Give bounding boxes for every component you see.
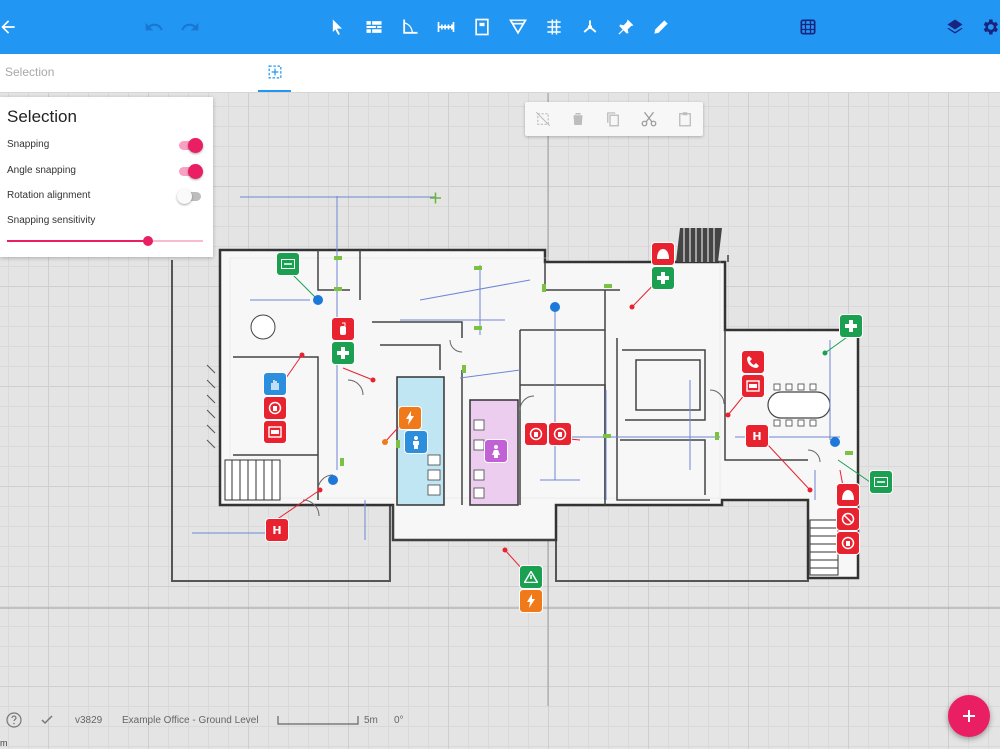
snapping-toggle[interactable] <box>177 137 203 153</box>
hose-reel-icon <box>268 426 282 438</box>
angle-snapping-label: Angle snapping <box>7 165 76 176</box>
copy-button[interactable] <box>603 109 623 129</box>
exit-icon <box>281 259 295 269</box>
woman-icon <box>492 445 500 458</box>
selection-edit-toolbar <box>525 102 703 136</box>
alarm-bell-icon <box>529 427 543 441</box>
electrical-hazard-marker[interactable] <box>399 407 421 429</box>
scale-label: 5m <box>364 715 378 726</box>
slider-thumb[interactable] <box>143 236 154 246</box>
plan-name: Example Office - Ground Level <box>122 715 259 726</box>
add-item-button[interactable] <box>948 695 990 737</box>
alarm-bell-icon <box>268 401 282 415</box>
alarm-marker-bottom[interactable] <box>837 532 859 554</box>
first-aid-cross-icon <box>845 320 857 332</box>
angle-snapping-toggle[interactable] <box>177 163 203 179</box>
hand-icon <box>271 380 279 390</box>
snapping-sensitivity-slider[interactable] <box>7 236 203 246</box>
extinguisher-icon <box>340 322 346 335</box>
person-icon <box>413 436 419 449</box>
high-voltage-marker[interactable] <box>520 590 542 612</box>
help-icon <box>6 712 22 728</box>
rotation-label: 0° <box>394 715 404 726</box>
fire-alarm-marker[interactable] <box>264 397 286 419</box>
first-aid-cross-icon <box>657 272 669 284</box>
scale-bar <box>277 716 359 725</box>
hydrant-marker[interactable]: H <box>266 519 288 541</box>
lightning-icon <box>527 594 535 608</box>
alarm-bell-icon <box>553 427 567 441</box>
rotation-alignment-label: Rotation alignment <box>7 190 91 201</box>
snapping-sensitivity-label: Snapping sensitivity <box>7 215 96 226</box>
paste-button[interactable] <box>675 109 695 129</box>
prohibited-icon <box>841 512 855 526</box>
warning-marker[interactable] <box>520 566 542 588</box>
emergency-exit-marker-right[interactable] <box>870 471 892 493</box>
blanket-icon <box>657 249 669 259</box>
trash-icon <box>573 113 583 125</box>
accessibility-marker[interactable] <box>264 373 286 395</box>
alarm-marker-left[interactable] <box>525 423 547 445</box>
no-smoking-marker[interactable] <box>837 508 859 530</box>
emergency-phone-marker[interactable] <box>742 351 764 373</box>
hydrant-letter: H <box>752 429 762 443</box>
emergency-exit-marker[interactable] <box>277 253 299 275</box>
version-label: v3829 <box>75 715 103 726</box>
hydrant-letter: H <box>272 523 282 537</box>
plus-icon <box>963 710 975 722</box>
alarm-marker-right[interactable] <box>549 423 571 445</box>
rotation-alignment-toggle[interactable] <box>177 188 203 204</box>
first-aid-cross-icon <box>337 347 349 359</box>
womens-restroom-marker[interactable] <box>485 440 507 462</box>
panel-title: Selection <box>7 107 77 126</box>
fire-hose-marker-right[interactable] <box>742 375 764 397</box>
corner-letter: m <box>0 738 8 748</box>
phone-icon <box>747 356 759 368</box>
cut-button[interactable] <box>639 109 659 129</box>
scissors-icon <box>641 111 657 127</box>
deselect-icon <box>535 111 551 127</box>
deselect-button[interactable] <box>533 109 553 129</box>
help-button[interactable] <box>6 712 22 728</box>
copy-icon <box>607 112 619 127</box>
delete-button[interactable] <box>568 109 588 129</box>
hose-reel-icon <box>746 380 760 392</box>
clipboard-icon <box>679 112 691 127</box>
fire-blanket-marker[interactable] <box>652 243 674 265</box>
fire-hose-marker[interactable] <box>264 421 286 443</box>
alarm-bell-icon <box>841 536 855 550</box>
warning-triangle-icon <box>524 571 538 583</box>
fire-blanket-marker-right[interactable] <box>837 484 859 506</box>
snapping-label: Snapping <box>7 139 50 150</box>
check-icon <box>41 715 53 725</box>
blanket-icon <box>842 490 854 500</box>
first-aid-marker-top[interactable] <box>652 267 674 289</box>
hydrant-marker-right[interactable]: H <box>746 425 768 447</box>
fire-extinguisher-marker[interactable] <box>332 318 354 340</box>
exit-icon <box>874 477 888 487</box>
restroom-marker[interactable] <box>405 431 427 453</box>
first-aid-marker-right[interactable] <box>840 315 862 337</box>
first-aid-marker[interactable] <box>332 342 354 364</box>
status-bar: v3829 Example Office - Ground Level 5m 0… <box>0 706 960 734</box>
lightning-icon <box>406 411 414 425</box>
saved-indicator <box>40 713 54 727</box>
